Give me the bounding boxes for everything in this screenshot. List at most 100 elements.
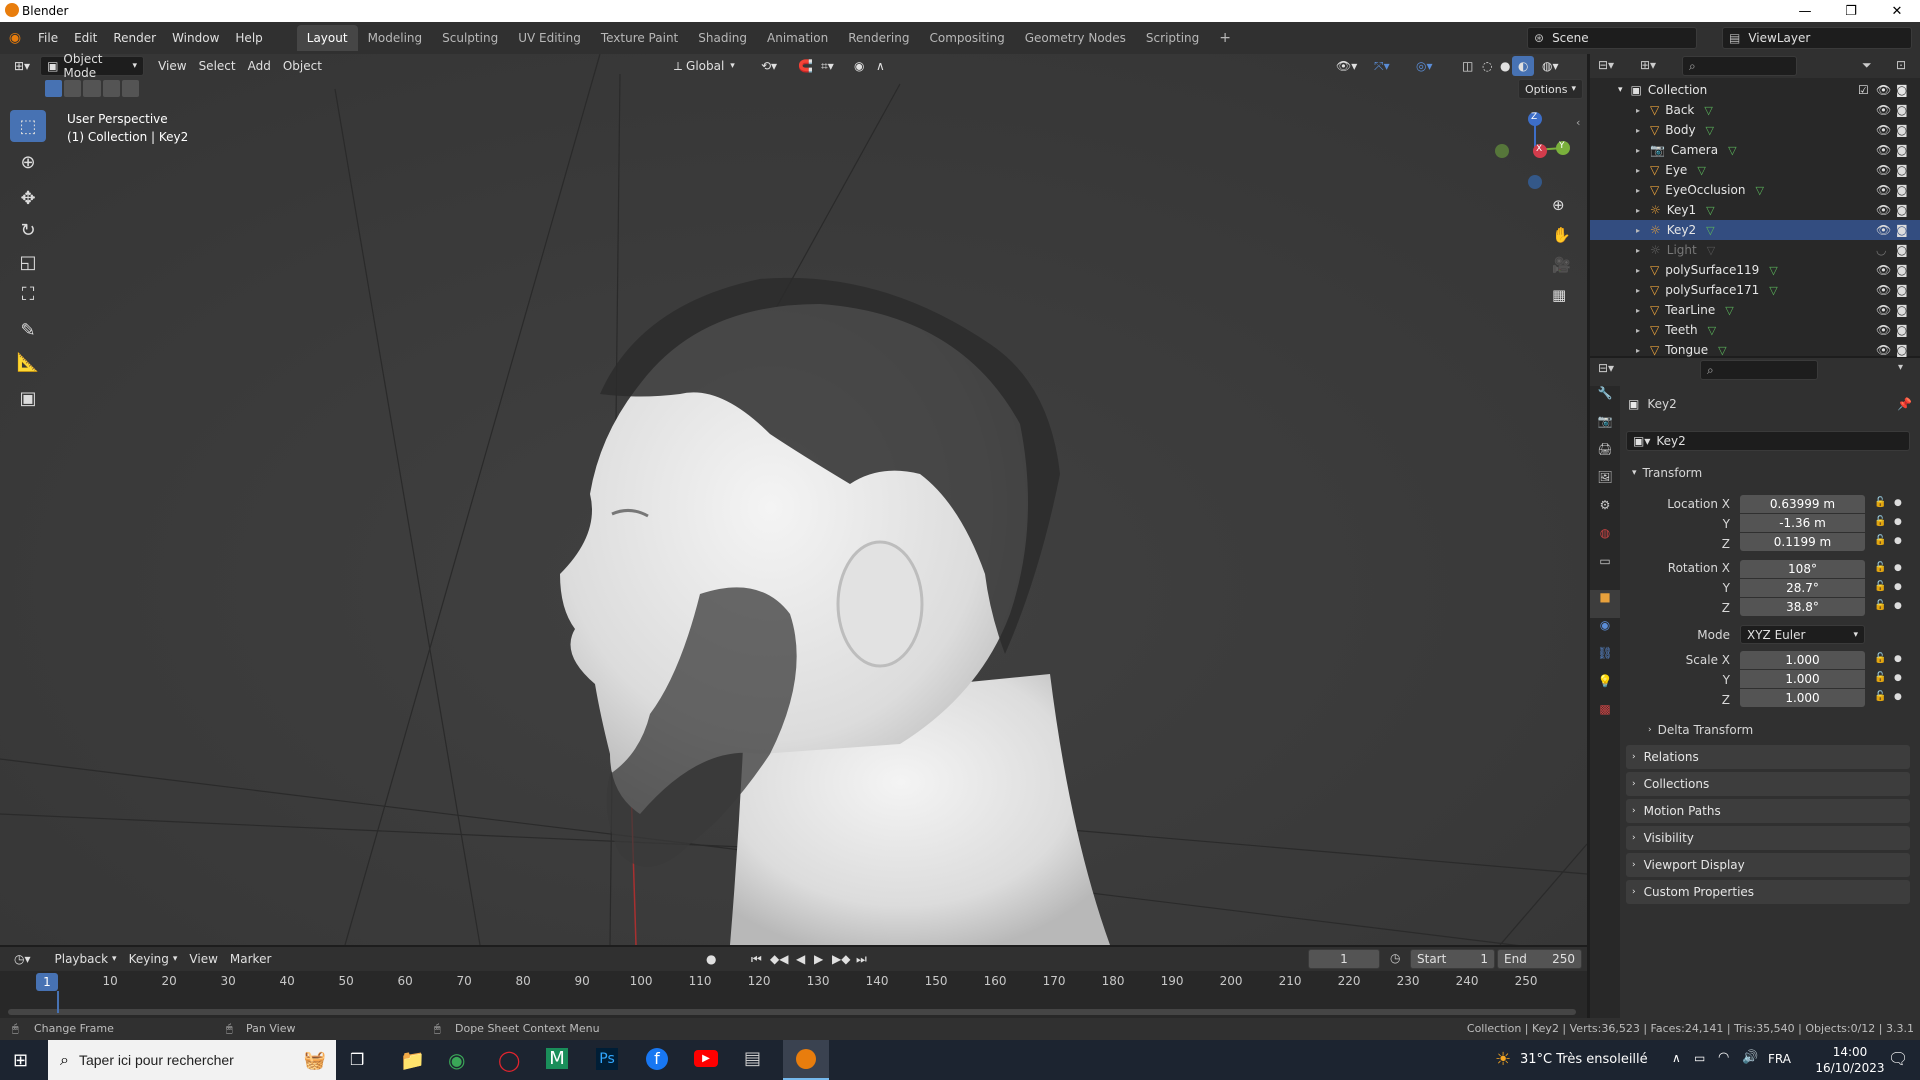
location-z-field[interactable]: 0.1199 m: [1740, 533, 1865, 551]
lock-icon[interactable]: 🔓: [1874, 516, 1886, 527]
jump-end-icon[interactable]: ⏭: [850, 949, 873, 969]
file-explorer-icon[interactable]: 📁: [400, 1048, 425, 1072]
timeline-view-menu[interactable]: View: [183, 949, 223, 969]
properties-panel[interactable]: › Collections: [1626, 772, 1910, 796]
record-icon[interactable]: ●: [700, 949, 722, 969]
editor-type-icon[interactable]: ⊞▾: [8, 56, 36, 76]
eye-icon[interactable]: ◡: [1876, 243, 1886, 257]
eye-icon[interactable]: 👁: [1876, 303, 1891, 317]
expand-arrow-icon[interactable]: ▸: [1636, 306, 1640, 315]
delta-transform-subpanel[interactable]: › Delta Transform: [1648, 723, 1753, 737]
transform-panel-header[interactable]: ▾ Transform: [1632, 466, 1702, 480]
outliner-item[interactable]: ▸ ▽ polySurface171 ▽ 👁 ◙: [1590, 280, 1920, 300]
render-icon[interactable]: ◙: [1896, 343, 1908, 357]
expand-arrow-icon[interactable]: ▸: [1636, 206, 1640, 215]
tab-animation[interactable]: Animation: [757, 25, 838, 51]
chevron-down-icon[interactable]: ▾: [1898, 362, 1903, 373]
eye-icon[interactable]: 👁: [1876, 283, 1891, 297]
taskbar-search-input[interactable]: ⌕ Taper ici pour rechercher 🧺: [48, 1040, 336, 1080]
properties-panel[interactable]: › Motion Paths: [1626, 799, 1910, 823]
playback-menu[interactable]: Playback ▾: [49, 949, 123, 969]
ortho-toggle-icon[interactable]: ▦: [1552, 286, 1566, 304]
render-icon[interactable]: ◙: [1896, 283, 1908, 297]
render-icon[interactable]: ◙: [1896, 103, 1908, 117]
opera-icon[interactable]: ◯: [498, 1048, 520, 1072]
outliner-item[interactable]: ▸ ▽ polySurface119 ▽ 👁 ◙: [1590, 260, 1920, 280]
lock-icon[interactable]: 🔓: [1874, 600, 1886, 611]
outliner-item[interactable]: ▸ 📷 Camera ▽ 👁 ◙: [1590, 140, 1920, 160]
properties-panel[interactable]: › Visibility: [1626, 826, 1910, 850]
scene-selector[interactable]: ⊛ Scene: [1527, 27, 1697, 49]
lock-icon[interactable]: 🔓: [1874, 497, 1886, 508]
malwarebytes-icon[interactable]: M: [546, 1048, 568, 1069]
keying-menu[interactable]: Keying ▾: [123, 949, 184, 969]
rotation-y-field[interactable]: 28.7°: [1740, 579, 1865, 597]
falloff-icon[interactable]: ∧: [870, 56, 891, 76]
render-icon[interactable]: ◙: [1896, 183, 1908, 197]
tab-rendering[interactable]: Rendering: [838, 25, 919, 51]
start-frame-field[interactable]: Start 1: [1410, 949, 1495, 969]
volume-icon[interactable]: 🔊: [1742, 1050, 1758, 1065]
blender-menu-icon[interactable]: ◉: [0, 30, 30, 46]
expand-arrow-icon[interactable]: ▸: [1636, 286, 1640, 295]
select-extend-icon[interactable]: [64, 80, 82, 97]
tab-sculpting[interactable]: Sculpting: [432, 25, 508, 51]
outliner-item[interactable]: ▸ ▽ Body ▽ 👁 ◙: [1590, 120, 1920, 140]
minimize-icon[interactable]: —: [1782, 0, 1828, 22]
expand-arrow-icon[interactable]: ▸: [1636, 346, 1640, 355]
tab-uv-editing[interactable]: UV Editing: [508, 25, 591, 51]
render-icon[interactable]: ◙: [1896, 123, 1908, 137]
move-tool[interactable]: ✥: [10, 182, 46, 214]
menu-window[interactable]: Window: [164, 22, 227, 54]
end-frame-field[interactable]: End 250: [1497, 949, 1582, 969]
tray-chevron-icon[interactable]: ∧: [1672, 1051, 1681, 1065]
properties-panel[interactable]: › Custom Properties: [1626, 880, 1910, 904]
outliner-item[interactable]: ▸ ▽ Teeth ▽ 👁 ◙: [1590, 320, 1920, 340]
weather-text[interactable]: 31°C Très ensoleillé: [1520, 1052, 1648, 1067]
eye-icon[interactable]: 👁: [1876, 103, 1891, 117]
properties-panel[interactable]: › Relations: [1626, 745, 1910, 769]
menu-edit[interactable]: Edit: [66, 22, 105, 54]
outliner-item[interactable]: ▸ ▽ TearLine ▽ 👁 ◙: [1590, 300, 1920, 320]
select-subtract-icon[interactable]: [83, 80, 101, 97]
expand-arrow-icon[interactable]: ▸: [1636, 186, 1640, 195]
menu-add[interactable]: Add: [242, 56, 277, 76]
select-intersect-icon[interactable]: [121, 80, 140, 97]
lock-icon[interactable]: 🔓: [1874, 562, 1886, 573]
transform-tool[interactable]: ⛶: [10, 278, 46, 310]
measure-tool[interactable]: 📐: [10, 346, 46, 378]
notification-icon[interactable]: 🗨: [1888, 1049, 1908, 1068]
location-x-field[interactable]: 0.63999 m: [1740, 495, 1865, 513]
pan-hand-icon[interactable]: ✋: [1552, 226, 1571, 244]
outliner-item[interactable]: ▸ ▽ EyeOcclusion ▽ 👁 ◙: [1590, 180, 1920, 200]
expand-arrow-icon[interactable]: ▸: [1636, 266, 1640, 275]
expand-arrow-icon[interactable]: ▾: [1618, 85, 1623, 95]
material-shading-icon[interactable]: ◐: [1512, 56, 1535, 76]
render-icon[interactable]: ◙: [1896, 143, 1908, 157]
cursor-tool[interactable]: ⊕: [10, 146, 46, 178]
battery-icon[interactable]: ▭: [1694, 1051, 1705, 1065]
keyframe-dot-icon[interactable]: ●: [1894, 582, 1902, 592]
tab-modeling[interactable]: Modeling: [358, 25, 433, 51]
outliner-item[interactable]: ▸ ☼ Key1 ▽ 👁 ◙: [1590, 200, 1920, 220]
viewlayer-selector[interactable]: ▤ ViewLayer: [1722, 27, 1912, 49]
rotation-x-field[interactable]: 108°: [1740, 560, 1865, 578]
app-window-icon[interactable]: ▤: [744, 1048, 761, 1069]
add-cube-tool[interactable]: ▣: [10, 382, 46, 414]
render-tab-icon[interactable]: 📷: [1590, 414, 1620, 442]
lock-icon[interactable]: 🔓: [1874, 535, 1886, 546]
select-mode-buttons[interactable]: [45, 80, 140, 97]
expand-arrow-icon[interactable]: ▸: [1636, 226, 1640, 235]
close-icon[interactable]: ✕: [1874, 0, 1920, 22]
tab-scripting[interactable]: Scripting: [1136, 25, 1209, 51]
outliner-item[interactable]: ▸ ▽ Back ▽ 👁 ◙: [1590, 100, 1920, 120]
lock-icon[interactable]: 🔓: [1874, 653, 1886, 664]
keyframe-dot-icon[interactable]: ●: [1894, 673, 1902, 683]
playhead[interactable]: 1: [36, 973, 58, 991]
current-frame-field[interactable]: 1: [1308, 949, 1380, 969]
scale-z-field[interactable]: 1.000: [1740, 689, 1865, 707]
render-icon[interactable]: ◙: [1896, 263, 1908, 277]
menu-render[interactable]: Render: [105, 22, 164, 54]
expand-arrow-icon[interactable]: ▸: [1636, 106, 1640, 115]
photoshop-icon[interactable]: Ps: [596, 1048, 618, 1070]
